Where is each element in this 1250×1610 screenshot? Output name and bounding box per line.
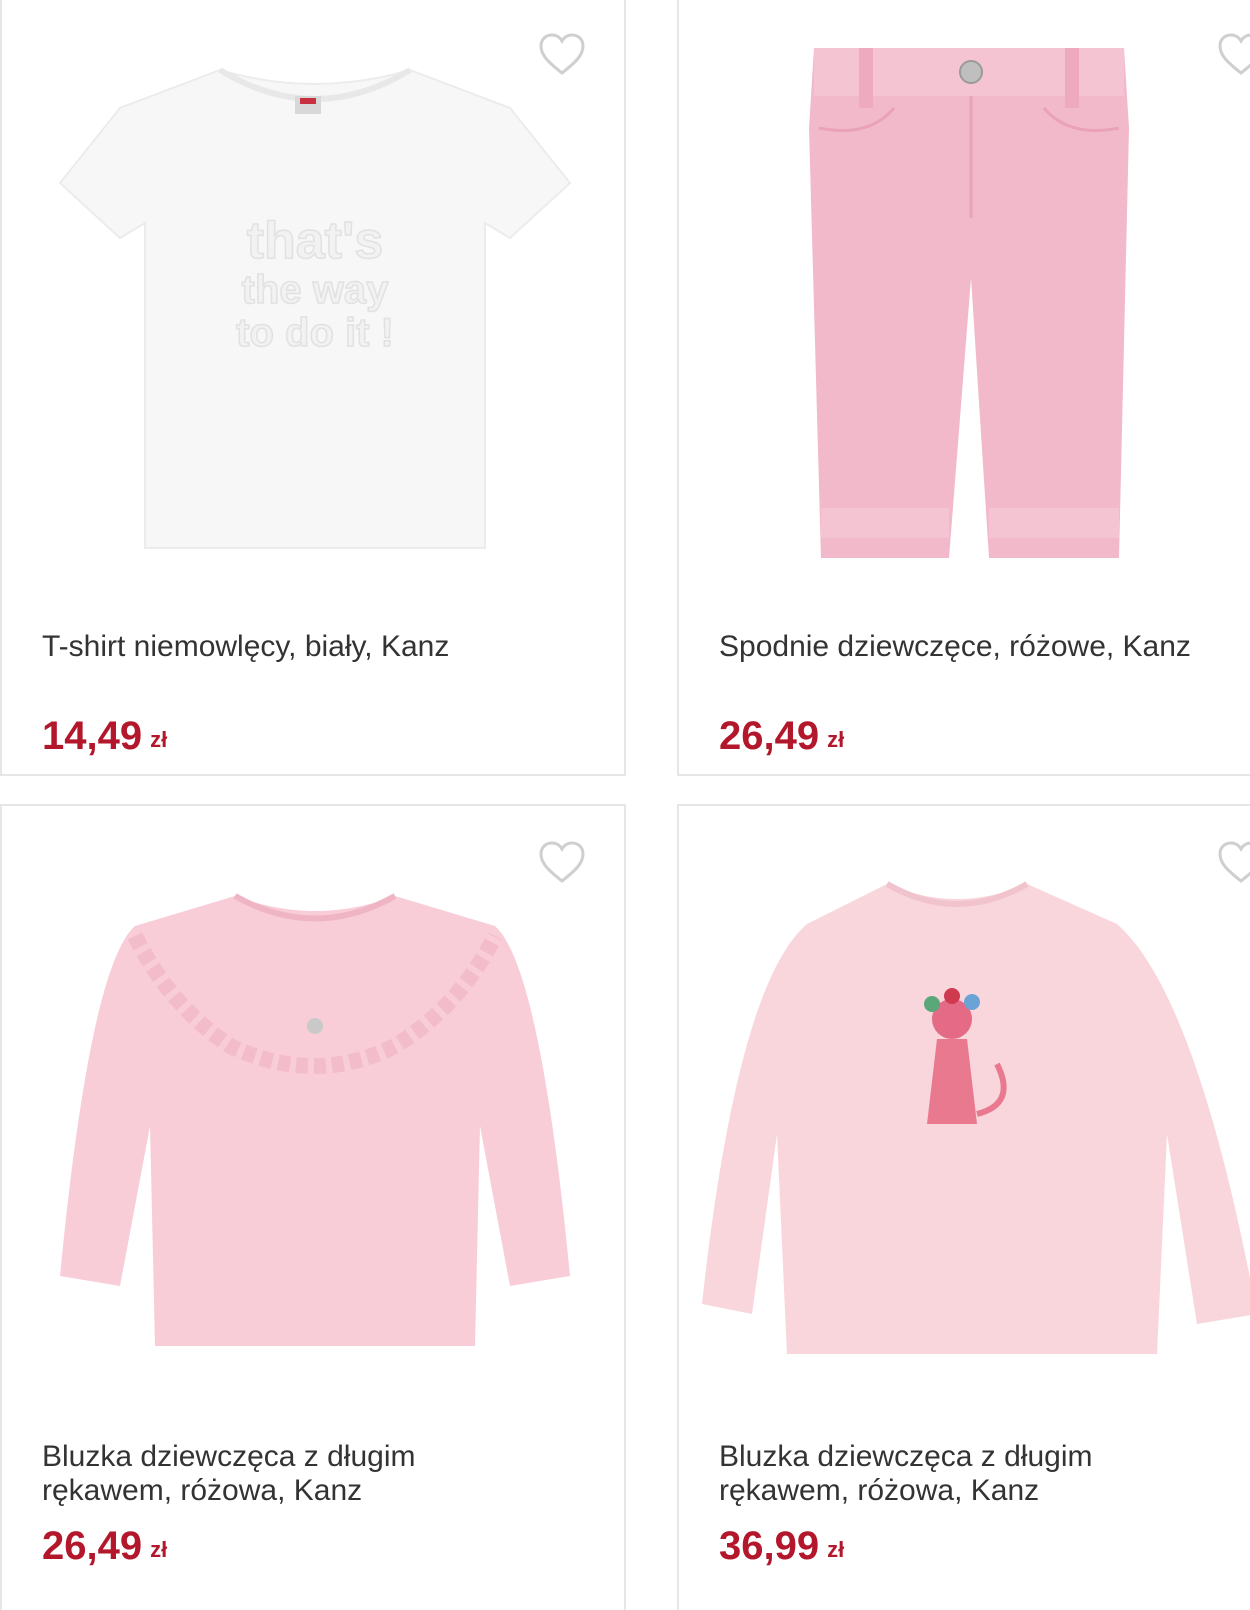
heart-outline-icon[interactable] — [1217, 32, 1250, 76]
heart-outline-icon[interactable] — [538, 840, 586, 884]
price-currency: zł — [827, 1537, 845, 1562]
product-price: 26,49 zł — [42, 1524, 167, 1572]
price-value: 36,99 — [719, 1524, 820, 1568]
product-price: 14,49 zł — [42, 714, 167, 762]
product-card[interactable]: Spodnie dziewczęce, różowe, Kanz 26,49 zł — [677, 0, 1250, 776]
svg-text:the way: the way — [242, 268, 389, 312]
product-card[interactable]: Bluzka dziewczęca z długim rękawem, różo… — [0, 804, 626, 1610]
product-image[interactable] — [697, 874, 1250, 1374]
product-image[interactable]: that's the way to do it ! — [40, 58, 590, 568]
product-title[interactable]: Bluzka dziewczęca z długim rękawem, różo… — [42, 1440, 416, 1508]
product-card[interactable]: that's the way to do it ! T-shirt niemow… — [0, 0, 626, 776]
product-price: 36,99 zł — [719, 1524, 844, 1572]
price-currency: zł — [827, 727, 845, 752]
product-card[interactable]: Bluzka dziewczęca z długim rękawem, różo… — [677, 804, 1250, 1610]
price-value: 14,49 — [42, 714, 143, 758]
price-value: 26,49 — [719, 714, 820, 758]
product-image[interactable] — [40, 886, 590, 1366]
product-title[interactable]: T-shirt niemowlęcy, biały, Kanz — [42, 630, 449, 664]
product-image[interactable] — [799, 38, 1139, 568]
price-currency: zł — [150, 1537, 168, 1562]
svg-text:that's: that's — [247, 212, 384, 270]
product-grid: that's the way to do it ! T-shirt niemow… — [0, 0, 1250, 1610]
price-currency: zł — [150, 727, 168, 752]
product-title[interactable]: Spodnie dziewczęce, różowe, Kanz — [719, 630, 1191, 664]
price-value: 26,49 — [42, 1524, 143, 1568]
product-title[interactable]: Bluzka dziewczęca z długim rękawem, różo… — [719, 1440, 1093, 1508]
product-price: 26,49 zł — [719, 714, 844, 762]
svg-text:to do it !: to do it ! — [236, 311, 394, 355]
